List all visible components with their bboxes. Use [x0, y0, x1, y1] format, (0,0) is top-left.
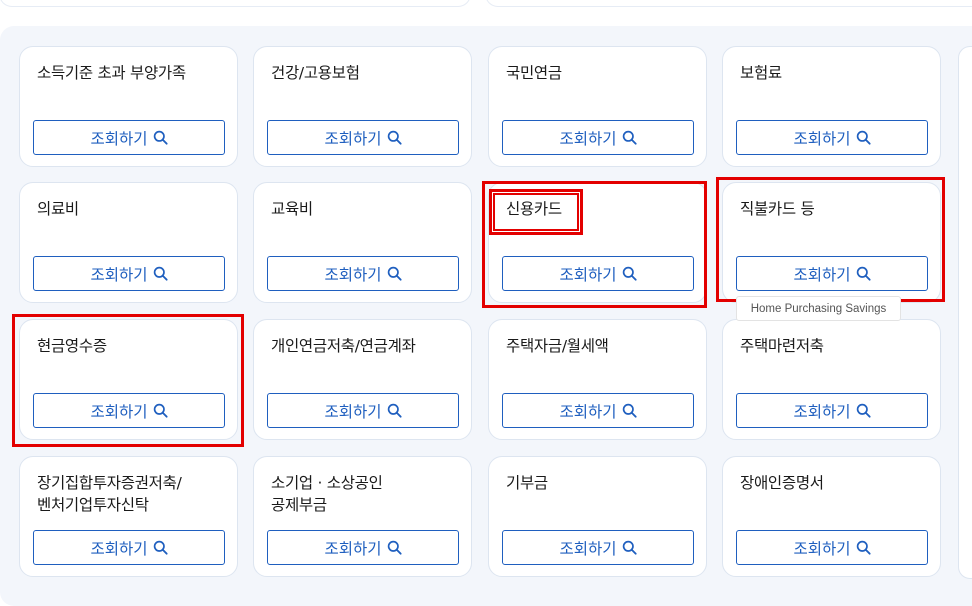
card-title: 소기업 · 소상공인 공제부금: [271, 474, 383, 514]
search-icon: [856, 403, 871, 418]
search-icon: [622, 130, 637, 145]
card-dependents-over-income: 소득기준 초과 부양가족조회하기: [19, 46, 238, 167]
card-cash-receipt: 현금영수증조회하기: [19, 319, 238, 440]
search-button[interactable]: 조회하기: [736, 393, 928, 428]
card-small-business-mutual-aid: 소기업 · 소상공인 공제부금조회하기: [253, 456, 472, 577]
top-panel-right: [486, 0, 972, 6]
search-button[interactable]: 조회하기: [267, 393, 459, 428]
search-button-label: 조회하기: [559, 402, 617, 421]
card-title: 건강/고용보험: [271, 64, 360, 82]
search-button-label: 조회하기: [90, 402, 148, 421]
search-button[interactable]: 조회하기: [502, 393, 694, 428]
card-title: 직불카드 등: [740, 200, 815, 218]
card-title: 기부금: [506, 474, 548, 492]
search-button[interactable]: 조회하기: [736, 120, 928, 155]
card-title: 소득기준 초과 부양가족: [37, 64, 186, 82]
card-title: 보험료: [740, 64, 782, 82]
search-icon: [622, 540, 637, 555]
card-title: 신용카드: [506, 200, 562, 218]
card-title: 주택자금/월세액: [506, 337, 609, 355]
card-medical-expense: 의료비조회하기: [19, 182, 238, 303]
card-title: 국민연금: [506, 64, 562, 82]
card-title: 현금영수증: [37, 337, 107, 355]
search-button[interactable]: 조회하기: [502, 120, 694, 155]
search-button-label: 조회하기: [324, 539, 382, 558]
card-title: 장애인증명서: [740, 474, 824, 492]
search-icon: [387, 403, 402, 418]
search-icon: [387, 130, 402, 145]
search-button-label: 조회하기: [793, 402, 851, 421]
search-button[interactable]: 조회하기: [33, 120, 225, 155]
search-button-label: 조회하기: [559, 265, 617, 284]
search-icon: [856, 540, 871, 555]
card-disability-certificate: 장애인증명서조회하기: [722, 456, 941, 577]
card-title: 주택마련저축: [740, 337, 824, 355]
search-button[interactable]: 조회하기: [502, 530, 694, 565]
search-icon: [387, 266, 402, 281]
card-title: 교육비: [271, 200, 313, 218]
search-icon: [153, 540, 168, 555]
card-title: 개인연금저축/연금계좌: [271, 337, 416, 355]
card-credit-card: 신용카드조회하기: [488, 182, 707, 303]
card-donation: 기부금조회하기: [488, 456, 707, 577]
search-button[interactable]: 조회하기: [267, 120, 459, 155]
search-icon: [153, 130, 168, 145]
search-button-label: 조회하기: [324, 129, 382, 148]
card-national-pension: 국민연금조회하기: [488, 46, 707, 167]
card-health-employment-insurance: 건강/고용보험조회하기: [253, 46, 472, 167]
search-button-label: 조회하기: [90, 265, 148, 284]
search-icon: [387, 540, 402, 555]
search-button-label: 조회하기: [90, 539, 148, 558]
search-icon: [153, 403, 168, 418]
card-debit-card: 직불카드 등조회하기: [722, 182, 941, 303]
card-education-expense: 교육비조회하기: [253, 182, 472, 303]
card-housing-savings: 주택마련저축조회하기: [722, 319, 941, 440]
card-title: 의료비: [37, 200, 79, 218]
card-insurance-premium: 보험료조회하기: [722, 46, 941, 167]
search-button-label: 조회하기: [324, 265, 382, 284]
search-button[interactable]: 조회하기: [736, 530, 928, 565]
search-button[interactable]: 조회하기: [736, 256, 928, 291]
search-icon: [856, 130, 871, 145]
search-button-label: 조회하기: [324, 402, 382, 421]
search-button[interactable]: 조회하기: [267, 530, 459, 565]
search-button[interactable]: 조회하기: [33, 530, 225, 565]
card-personal-pension-savings: 개인연금저축/연금계좌조회하기: [253, 319, 472, 440]
card-housing-fund-rent: 주택자금/월세액조회하기: [488, 319, 707, 440]
search-button-label: 조회하기: [90, 129, 148, 148]
search-button-label: 조회하기: [559, 539, 617, 558]
search-icon: [153, 266, 168, 281]
search-button-label: 조회하기: [559, 129, 617, 148]
search-icon: [856, 266, 871, 281]
card-title: 장기집합투자증권저축/ 벤처기업투자신탁: [37, 474, 182, 514]
search-button[interactable]: 조회하기: [267, 256, 459, 291]
tooltip: Home Purchasing Savings: [736, 296, 901, 321]
card-long-term-fund-venture-trust: 장기집합투자증권저축/ 벤처기업투자신탁조회하기: [19, 456, 238, 577]
search-button[interactable]: 조회하기: [33, 256, 225, 291]
search-button[interactable]: 조회하기: [502, 256, 694, 291]
search-button-label: 조회하기: [793, 539, 851, 558]
search-icon: [622, 403, 637, 418]
search-icon: [622, 266, 637, 281]
search-button[interactable]: 조회하기: [33, 393, 225, 428]
search-button-label: 조회하기: [793, 265, 851, 284]
next-column-edge: [958, 46, 972, 579]
search-button-label: 조회하기: [793, 129, 851, 148]
top-panel-left: [0, 0, 470, 6]
